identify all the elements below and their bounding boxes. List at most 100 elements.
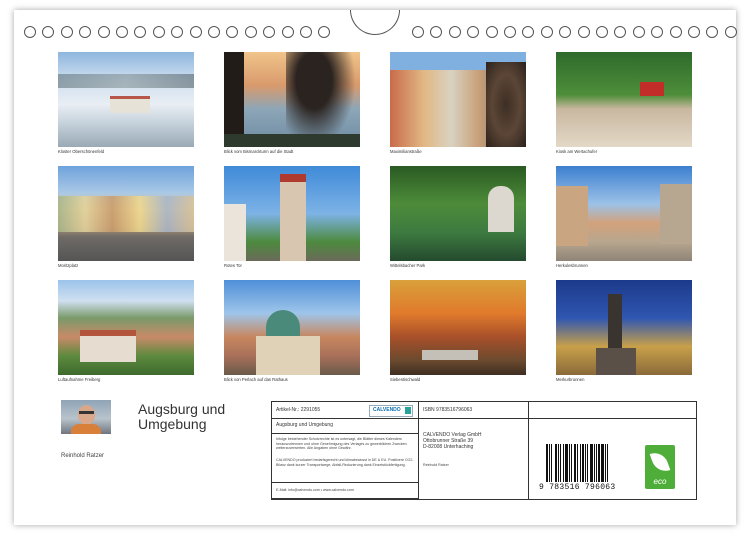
binding-hole bbox=[24, 26, 36, 38]
publisher-city: D-82008 Unterhaching bbox=[423, 444, 474, 450]
info-column-middle: ISBN 9783516796063 CALVENDO Verlag GmbH … bbox=[419, 402, 529, 499]
author-small: Reinhold Ratzer bbox=[423, 463, 449, 467]
photo-caption: Kloster Oberschönenfeld bbox=[58, 149, 105, 154]
binding-hole bbox=[412, 26, 424, 38]
barcode-bar bbox=[555, 444, 557, 482]
binding-hole bbox=[189, 26, 202, 38]
eco-badge: eco bbox=[645, 445, 675, 489]
binding-hole bbox=[263, 26, 276, 38]
production-notice: CALVENDO produziert bedarfsgerecht und k… bbox=[276, 458, 414, 467]
binding-hole bbox=[522, 26, 535, 38]
photo-herkulesbrunnen bbox=[556, 166, 692, 261]
binding-hole bbox=[688, 26, 700, 38]
photo-caption: Moritzplatz bbox=[58, 263, 79, 268]
binding-hole bbox=[171, 26, 184, 38]
binding-hole bbox=[651, 26, 664, 38]
barcode-bar bbox=[600, 444, 604, 482]
photo-caption: Merkurbrunnen bbox=[556, 377, 585, 382]
binding-hole bbox=[724, 26, 737, 38]
legal-notice: Infolge bestehender Schutzrechte ist es … bbox=[276, 437, 407, 451]
calendar-title: Augsburg und Umgebung bbox=[138, 402, 258, 432]
photo-caption: Rotes Tor bbox=[224, 263, 242, 268]
barcode-bar bbox=[584, 444, 587, 482]
barcode-bar bbox=[593, 444, 595, 482]
barcode-bar bbox=[582, 444, 584, 482]
article-number: Artikel-Nr.: 2291055 bbox=[276, 407, 321, 413]
barcode-bar bbox=[546, 444, 548, 482]
binding-hole bbox=[79, 26, 92, 38]
photo-caption: Blick vom Bismarckturm auf die Stadt bbox=[224, 149, 294, 154]
binding-hole bbox=[281, 26, 294, 38]
binding-hole bbox=[97, 26, 110, 38]
binding-hole bbox=[244, 26, 257, 38]
barcode-digits: 9 783516 796063 bbox=[539, 483, 616, 492]
binding-hole bbox=[577, 26, 590, 38]
barcode-bar bbox=[557, 444, 559, 482]
binding-hole bbox=[706, 26, 719, 38]
photo-caption: Blick von Perlach auf das Rathaus bbox=[224, 377, 288, 382]
barcode-bar bbox=[587, 444, 589, 482]
barcode-bar bbox=[604, 444, 607, 482]
binding-hole bbox=[430, 26, 443, 38]
binding-hole bbox=[318, 26, 331, 38]
binding-hole bbox=[116, 26, 128, 38]
barcode-bar bbox=[548, 444, 550, 482]
contact-info: E-Mail: info@calvendo.com • www.calvendo… bbox=[276, 488, 354, 492]
binding-hole bbox=[614, 26, 627, 38]
calvendo-logo: CALVENDO bbox=[369, 405, 413, 417]
photo-caption: Kiosk am Wertachufer bbox=[556, 149, 598, 154]
binding-hole bbox=[448, 26, 461, 38]
binding-hole bbox=[504, 26, 516, 38]
binding-hole bbox=[596, 26, 608, 38]
binding-hole bbox=[559, 26, 572, 38]
photo-caption: Herkulesbrunnen bbox=[556, 263, 588, 268]
product-title-small: Augsburg und Umgebung bbox=[276, 422, 333, 428]
barcode-bar bbox=[559, 444, 562, 482]
photo-moritzplatz bbox=[58, 166, 194, 261]
barcode-bar bbox=[563, 444, 564, 482]
calendar-back-page: Kloster Oberschönenfeld Blick vom Bismar… bbox=[14, 10, 737, 525]
barcode-bar bbox=[551, 444, 553, 482]
author-portrait bbox=[61, 400, 111, 434]
photo-kloster-oberschoenenfeld bbox=[58, 52, 194, 147]
leaf-icon bbox=[649, 449, 671, 475]
barcode-bar bbox=[573, 444, 576, 482]
barcode-bar bbox=[576, 444, 578, 482]
photo-kiosk-wertachufer bbox=[556, 52, 692, 147]
barcode-bar bbox=[590, 444, 593, 482]
photo-caption: Siebentischwald bbox=[390, 377, 421, 382]
binding-hole bbox=[60, 26, 73, 38]
photo-caption: Luftaufnahme Freiberg bbox=[58, 377, 101, 382]
info-column-right: 9 783516 796063 eco bbox=[529, 402, 696, 499]
author-name: Reinhold Ratzer bbox=[61, 453, 105, 459]
binding-hole bbox=[632, 26, 645, 38]
isbn-barcode bbox=[546, 444, 626, 482]
binding-hole bbox=[208, 26, 220, 38]
barcode-bar bbox=[580, 444, 582, 482]
barcode-bar bbox=[596, 444, 598, 482]
binding-hole bbox=[669, 26, 682, 38]
photo-caption: Wittelsbacher Park bbox=[390, 263, 426, 268]
binding-hole bbox=[152, 26, 165, 38]
binding-hole bbox=[226, 26, 239, 38]
binding-hole bbox=[134, 26, 147, 38]
title-line-1: Augsburg und bbox=[138, 401, 226, 417]
photo-rotes-tor bbox=[224, 166, 360, 261]
barcode-bar bbox=[571, 444, 573, 482]
photo-luftaufnahme-freiberg bbox=[58, 280, 194, 375]
isbn: ISBN 9783516796063 bbox=[423, 407, 473, 413]
binding-hole bbox=[485, 26, 498, 38]
binding-hole bbox=[467, 26, 480, 38]
photo-siebentischwald bbox=[390, 280, 526, 375]
binding-hole bbox=[540, 26, 553, 38]
photo-wittelsbacher-park bbox=[390, 166, 526, 261]
product-info-box: Artikel-Nr.: 2291055 CALVENDO Augsburg u… bbox=[271, 401, 697, 500]
photo-maximilianstrasse bbox=[390, 52, 526, 147]
photo-perlach-rathaus bbox=[224, 280, 360, 375]
barcode-bar bbox=[607, 444, 609, 482]
info-column-left: Artikel-Nr.: 2291055 CALVENDO Augsburg u… bbox=[272, 402, 419, 499]
barcode-bar bbox=[598, 444, 600, 482]
binding-hole bbox=[42, 26, 55, 38]
photo-caption: Maximilianstraße bbox=[390, 149, 422, 154]
photo-merkurbrunnen bbox=[556, 280, 692, 375]
